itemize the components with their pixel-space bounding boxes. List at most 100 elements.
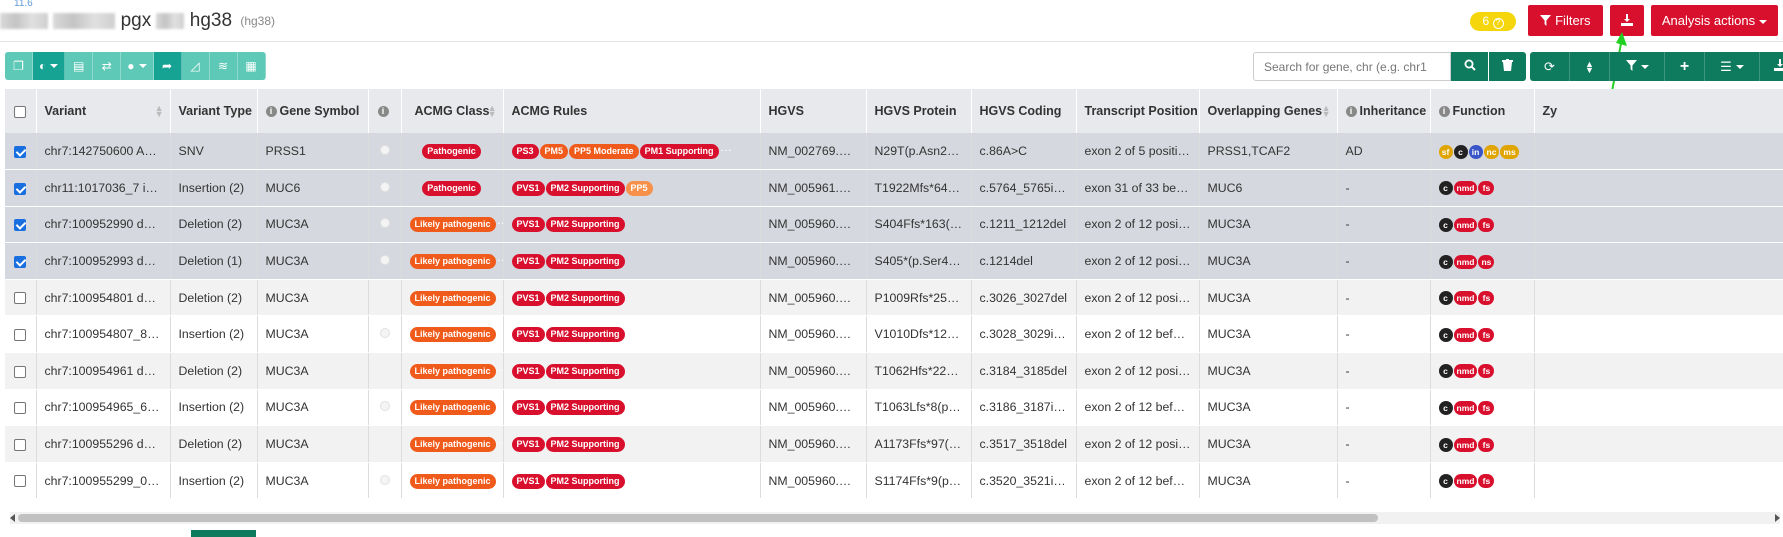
table-row[interactable]: chr7:100954801 delCC Deletion (2) MUC3A Lik… <box>5 279 1783 317</box>
status-dot[interactable] <box>379 401 390 412</box>
table-row[interactable]: chr7:100952990 delCA Deletion (2) MUC3A Lik… <box>5 206 1783 244</box>
row-select-cell <box>5 242 37 280</box>
table-row[interactable]: chr7:100954807_8 insAC Insertion (2) MUC3A… <box>5 315 1783 354</box>
filter-dropdown-button[interactable] <box>1610 52 1665 81</box>
clear-search-button[interactable] <box>1489 52 1526 81</box>
status-dot[interactable] <box>379 145 390 156</box>
hgvs-cell: NM_005960.2:c.... <box>760 315 867 354</box>
area-chart-button[interactable]: ◿ <box>181 52 210 80</box>
acmg-class-badge: Likely pathogenic <box>409 437 496 453</box>
column-header-variant[interactable]: Variant ▲ ▼ <box>36 89 171 133</box>
refresh-button[interactable]: ⟳ <box>1530 52 1570 81</box>
row-checkbox[interactable] <box>14 329 27 342</box>
table-row[interactable]: chr11:1017036_7 insCA Insertion (2) MUC6 Pa… <box>5 169 1783 207</box>
table-row[interactable]: chr7:100955296 delGC Deletion (2) MUC3A Lik… <box>5 425 1783 463</box>
table-row[interactable]: chr7:100954961 delAC Deletion (2) MUC3A Lik… <box>5 352 1783 390</box>
search-input[interactable] <box>1253 52 1451 81</box>
row-checkbox[interactable] <box>14 292 27 305</box>
variant-cell[interactable]: chr7:100952993 delC <box>36 242 171 280</box>
overlapping-genes-cell: MUC3A <box>1199 389 1338 427</box>
status-dot[interactable] <box>379 328 390 339</box>
add-button[interactable]: + <box>1665 52 1705 81</box>
table-row[interactable]: chr7:100954965_6 insTT Insertion (2) MUC3A… <box>5 389 1783 427</box>
inheritance-cell: - <box>1337 462 1431 499</box>
calculator-button[interactable]: ▦ <box>237 52 266 80</box>
notification-badge[interactable]: 6 ? <box>1470 12 1516 31</box>
swap-button[interactable]: ⇄ <box>93 52 122 80</box>
overlapping-genes-cell: MUC3A <box>1199 206 1338 244</box>
variant-type-cell: Deletion (1) <box>170 242 258 280</box>
row-checkbox[interactable] <box>14 145 27 158</box>
share-button[interactable]: ➦ <box>153 52 182 80</box>
contrast-button[interactable]: ◐ <box>33 52 66 80</box>
variant-cell[interactable]: chr7:100954961 delAC <box>36 352 171 390</box>
function-badge: ns <box>1478 254 1495 269</box>
sort-button[interactable]: ▲ ▼ <box>1570 52 1610 81</box>
table-row[interactable]: chr7:142750600 A⇒C SNV PRSS1 Pathogenic PS3 P… <box>5 133 1783 171</box>
variant-cell[interactable]: chr7:100954807_8 insAC <box>36 315 171 354</box>
column-header-hgvs-coding[interactable]: HGVS Coding <box>971 89 1077 133</box>
inheritance-cell: - <box>1337 169 1431 207</box>
column-header-gene-symbol[interactable]: i Gene Symbol <box>257 89 369 133</box>
column-header-transcript-position[interactable]: Transcript Position <box>1076 89 1200 133</box>
scrollbar-thumb[interactable] <box>18 514 1378 522</box>
row-checkbox[interactable] <box>14 182 27 195</box>
row-checkbox[interactable] <box>14 438 27 451</box>
status-dot[interactable] <box>379 255 390 266</box>
fingerprint-button[interactable]: ≋ <box>209 52 238 80</box>
column-header-info[interactable]: i <box>368 89 402 133</box>
table-row[interactable]: chr7:100955299_0 insTC Insertion (2) MUC3A… <box>5 462 1783 499</box>
status-dot[interactable] <box>379 474 390 485</box>
hgvs-protein-cell: S404Ffs*163(p.... <box>866 206 972 244</box>
analysis-actions-button[interactable]: Analysis actions <box>1651 5 1778 36</box>
variant-cell[interactable]: chr7:100955296 delGC <box>36 425 171 463</box>
export-button[interactable] <box>1760 52 1783 81</box>
acmg-class-cell: Pathogenic <box>401 133 504 171</box>
row-checkbox[interactable] <box>14 219 27 232</box>
row-checkbox[interactable] <box>14 255 27 268</box>
scroll-left-icon[interactable] <box>10 514 15 522</box>
page-title: pgx hg38 (hg38) <box>0 10 275 32</box>
variant-cell[interactable]: chr11:1017036_7 insCA <box>36 169 171 207</box>
status-dot[interactable] <box>379 218 390 229</box>
variant-type-cell: Deletion (2) <box>170 352 258 390</box>
table-row[interactable]: chr7:100952993 delC Deletion (1) MUC3A Like… <box>5 242 1783 280</box>
function-badge: c <box>1438 181 1453 196</box>
function-badge: fs <box>1478 181 1495 196</box>
columns-button[interactable]: ▤ <box>65 52 94 80</box>
acmg-rule-badge: PVS1 <box>511 290 545 306</box>
variant-cell[interactable]: chr7:100954965_6 insTT <box>36 389 171 427</box>
status-dot[interactable] <box>379 181 390 192</box>
column-header-overlapping-genes[interactable]: Overlapping Genes ▲ ▼ <box>1199 89 1338 133</box>
bottom-button[interactable] <box>191 530 256 537</box>
variant-cell[interactable]: chr7:100955299_0 insTC <box>36 462 171 499</box>
column-header-acmg-class[interactable]: ACMG Class ▲ ▼ <box>401 89 504 133</box>
swap-icon: ⇄ <box>101 59 112 73</box>
row-checkbox[interactable] <box>14 365 27 378</box>
variant-cell[interactable]: chr7:100954801 delCC <box>36 279 171 317</box>
comments-button[interactable]: ● <box>121 52 154 80</box>
variant-type-cell: Insertion (2) <box>170 389 258 427</box>
acmg-rules-cell: PS3PM5PP5 ModeratePM1 SupportingPM2 Supp… <box>503 133 761 171</box>
column-header-hgvs-protein[interactable]: HGVS Protein <box>866 89 972 133</box>
column-header-hgvs[interactable]: HGVS <box>760 89 867 133</box>
copy-button[interactable]: ❐ <box>5 52 33 80</box>
column-header-variant-type[interactable]: Variant Type <box>170 89 258 133</box>
list-view-button[interactable]: ☰ <box>1705 52 1760 81</box>
row-checkbox[interactable] <box>14 402 27 415</box>
select-all-checkbox[interactable] <box>14 105 27 118</box>
row-checkbox[interactable] <box>14 475 27 488</box>
variant-cell[interactable]: chr7:100952990 delCA <box>36 206 171 244</box>
horizontal-scrollbar[interactable] <box>10 512 1780 524</box>
gene-symbol-cell: MUC3A <box>257 279 369 317</box>
column-header-inheritance[interactable]: i Inheritance <box>1337 89 1431 133</box>
variant-cell[interactable]: chr7:142750600 A⇒C <box>36 133 171 171</box>
column-header-zygosity[interactable]: Zy <box>1534 89 1783 133</box>
caret-down-icon <box>1735 64 1744 69</box>
scroll-right-icon[interactable] <box>1775 514 1780 522</box>
column-header-acmg-rules[interactable]: ACMG Rules <box>503 89 761 133</box>
function-cell: c nmd ns <box>1430 242 1535 280</box>
status-dot-cell <box>368 242 402 280</box>
column-header-function[interactable]: i Function <box>1430 89 1535 133</box>
search-button[interactable] <box>1451 52 1488 81</box>
